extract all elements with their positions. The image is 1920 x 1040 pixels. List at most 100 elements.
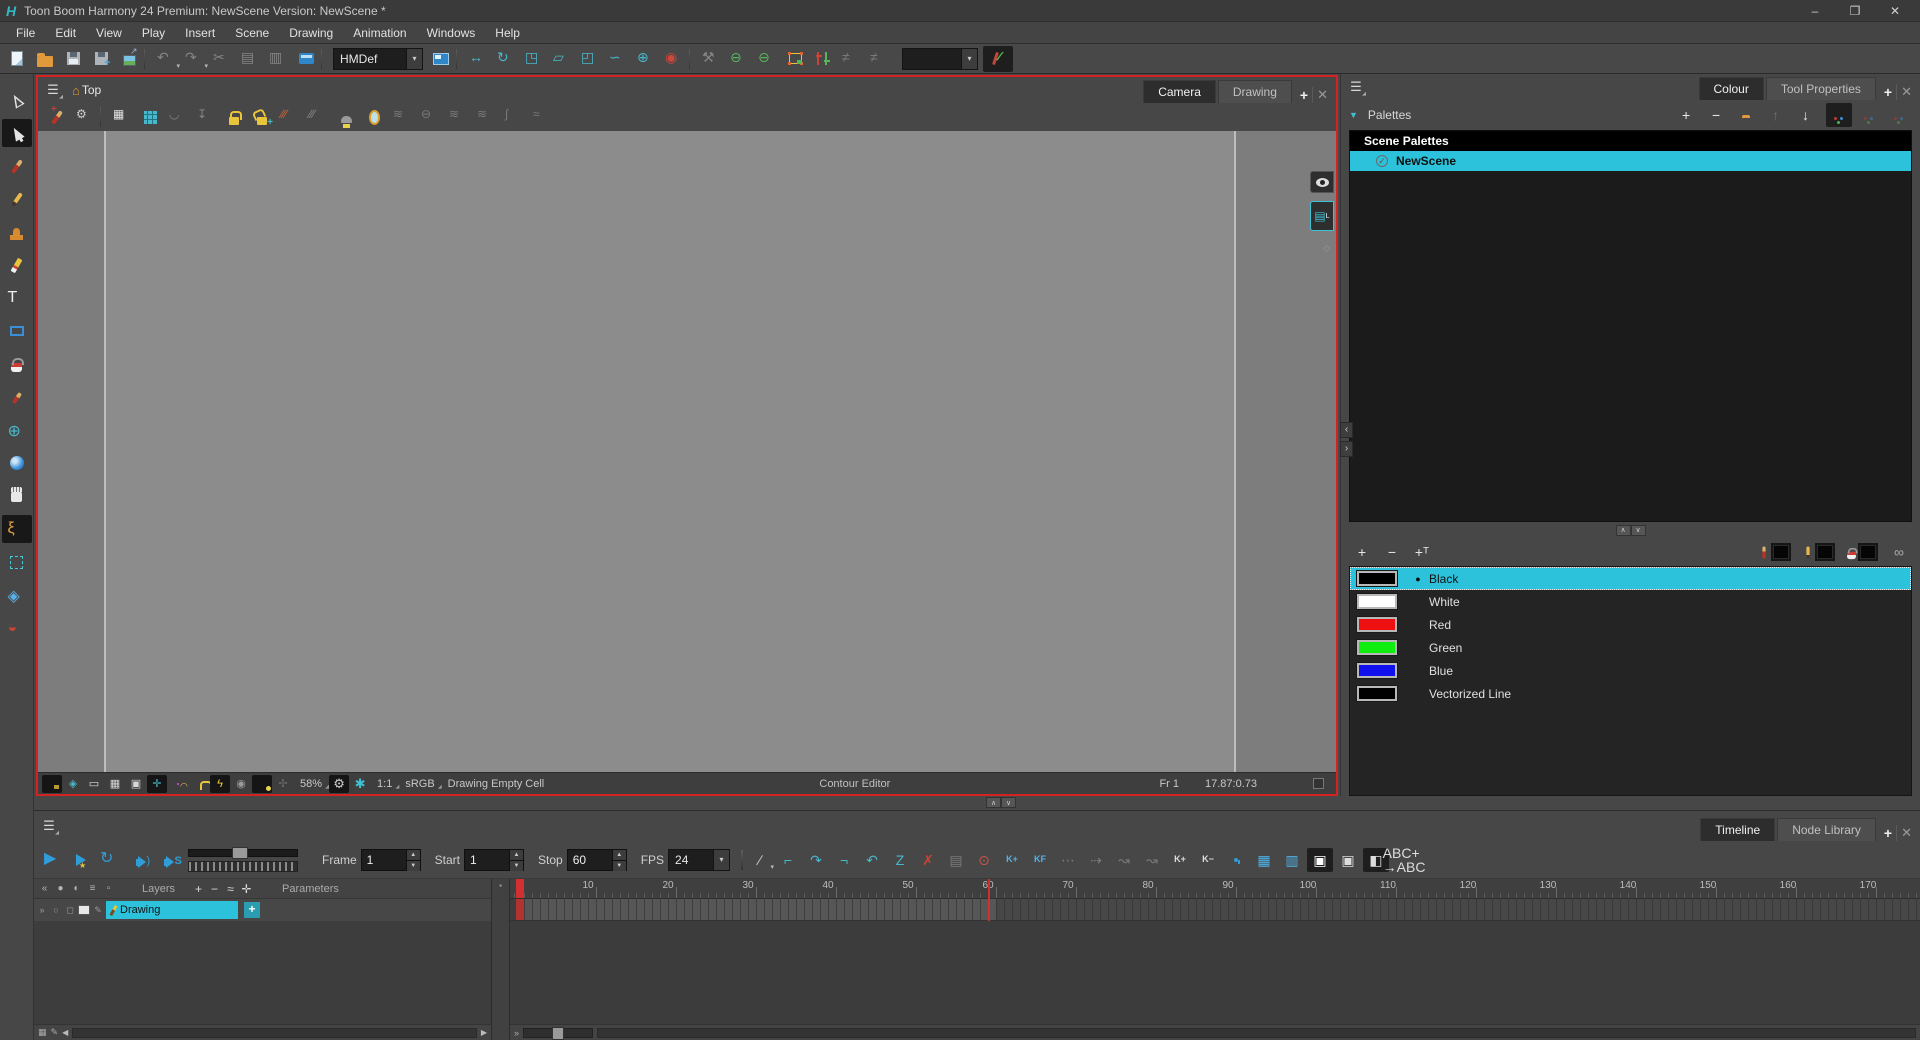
menu-item[interactable]: Help	[485, 24, 530, 42]
panel-menu-icon[interactable]: ☰	[1345, 79, 1367, 95]
colour-row[interactable]: ● Black	[1350, 567, 1911, 590]
pixel-ratio-value[interactable]: 1:1	[371, 778, 398, 790]
onion-mouse-icon[interactable]	[1223, 848, 1249, 872]
collapse-up-button[interactable]: ∧	[986, 797, 1001, 808]
undo-button[interactable]: ↶	[153, 47, 179, 71]
grid-overlay-toggle[interactable]: ▦	[105, 775, 125, 793]
list-view-icon[interactable]: ≡	[86, 883, 99, 894]
stop-value[interactable]: 60	[568, 850, 612, 870]
debug-overlay-toggle[interactable]: ✢	[273, 775, 293, 793]
view-tab[interactable]: Drawing	[1218, 80, 1292, 103]
remove-keyframe-chip[interactable]: KF	[1027, 848, 1053, 872]
layer-panel-button[interactable]: ▤L	[1310, 201, 1334, 231]
safe-area-toggle[interactable]: ▣	[126, 775, 146, 793]
show-data-view-icon[interactable]: ▦	[38, 1027, 47, 1038]
advanced-palette-mode-button[interactable]	[1886, 103, 1912, 127]
cut-button[interactable]: ✂	[209, 47, 235, 71]
marquee-select-tool[interactable]	[2, 548, 32, 576]
flip-check-button[interactable]	[983, 46, 1013, 72]
frames-hscrollbar[interactable]	[597, 1028, 1916, 1038]
skew-tool-button[interactable]: ▱	[549, 47, 575, 71]
empty-dropdown[interactable]: ▾	[902, 48, 978, 70]
show-grid-button[interactable]: ▦	[109, 105, 135, 129]
maximize-button[interactable]: ❐	[1846, 4, 1864, 18]
add-drawing-layer-button[interactable]: +	[244, 902, 260, 918]
colour-row[interactable]: ● Blue	[1350, 659, 1911, 682]
lock-view-toggle[interactable]	[189, 775, 209, 793]
layer-eye-icon[interactable]: ○	[50, 905, 62, 915]
spin-up-icon[interactable]: ▲	[613, 850, 626, 860]
spin-down-icon[interactable]: ▼	[407, 860, 420, 871]
add-view-button[interactable]: +	[1876, 84, 1896, 100]
linear-ease-icon[interactable]: Z	[887, 848, 913, 872]
scroll-left-icon[interactable]: ◀	[62, 1028, 68, 1037]
collapse-right-button[interactable]: ›	[1340, 441, 1353, 457]
add-peg-button[interactable]: ✛	[240, 882, 253, 896]
layer-stack-plus-button[interactable]: ≋	[389, 105, 415, 129]
fast-render-toggle[interactable]: ϟ	[210, 775, 230, 793]
brush-tool[interactable]	[2, 152, 32, 180]
play-button[interactable]: ▶	[40, 848, 66, 872]
dots-icon[interactable]: ⋯	[1055, 848, 1081, 872]
ease-out-curve-icon[interactable]: ↶	[859, 848, 885, 872]
panel-tab[interactable]: Timeline	[1700, 818, 1775, 841]
volume-handle[interactable]	[232, 847, 248, 859]
view-settings-button[interactable]: ⚙	[72, 105, 98, 129]
eraser-tool[interactable]	[2, 251, 32, 279]
play-selection-button[interactable]	[68, 848, 94, 872]
close-view-button[interactable]: ✕	[1312, 87, 1332, 103]
light-table-button[interactable]	[333, 105, 359, 129]
select-area-button[interactable]	[782, 47, 808, 71]
menu-item[interactable]: Drawing	[279, 24, 343, 42]
outline-mode-toggle[interactable]: ✛	[147, 775, 167, 793]
light-bulb-toggle[interactable]	[42, 775, 62, 793]
jog-shuttle[interactable]	[188, 861, 298, 872]
link-colour-button[interactable]: ∞	[1886, 540, 1912, 564]
mirror-view-button[interactable]	[361, 105, 387, 129]
colour-row[interactable]: ● Green	[1350, 636, 1911, 659]
rotate-tool-button[interactable]: ↻	[493, 47, 519, 71]
rigging-tool[interactable]: ξ	[2, 515, 32, 543]
onion-skin-after-button[interactable]: ⊖	[754, 47, 780, 71]
stop-frame-marker[interactable]	[988, 879, 990, 921]
frame-value[interactable]: 1	[362, 850, 406, 870]
layer-colour-chip[interactable]	[78, 905, 90, 915]
save-button[interactable]	[60, 47, 86, 71]
unlock-add-button[interactable]	[249, 105, 275, 129]
zoom-slider-handle[interactable]	[552, 1027, 564, 1040]
show-all-icon[interactable]: ●	[54, 883, 67, 894]
add-colour-button[interactable]: +	[1349, 540, 1375, 564]
menu-item[interactable]: Play	[132, 24, 175, 42]
timeline-zoom-slider[interactable]	[523, 1028, 593, 1038]
copy-cell-icon[interactable]: ▤	[943, 848, 969, 872]
camera-mask-toggle[interactable]: ▭	[84, 775, 104, 793]
lasso-mode-toggle[interactable]	[168, 775, 188, 793]
paint-colour-icon[interactable]	[1843, 544, 1882, 560]
spin-up-icon[interactable]: ▲	[407, 850, 420, 860]
add-texture-button[interactable]: +ᵀ	[1409, 540, 1435, 564]
kminus-chip[interactable]: K−	[1195, 848, 1221, 872]
colour-row[interactable]: ● White	[1350, 590, 1911, 613]
thumb-view-icon[interactable]: ▫	[102, 883, 115, 894]
diamond-handle-icon[interactable]: ◇	[1323, 243, 1330, 254]
brush-colour-icon[interactable]	[1755, 544, 1795, 561]
motion-point-icon[interactable]: ⊙	[971, 848, 997, 872]
palette-up-button[interactable]: ↑	[1766, 103, 1792, 127]
remove-colour-button[interactable]: −	[1379, 540, 1405, 564]
tool-preset-dropdown[interactable]: HMDef ▾	[333, 48, 423, 70]
layer-stack-add-button[interactable]: ≋	[473, 105, 499, 129]
contour-editor-tool[interactable]	[2, 119, 32, 147]
frames-corner-icon[interactable]: »	[514, 1028, 519, 1038]
add-view-button[interactable]: +	[1876, 825, 1896, 841]
timeline-vertical-splitter[interactable]: ▪	[492, 879, 510, 1040]
panel-menu-icon[interactable]: ☰	[38, 818, 60, 834]
export-images-button[interactable]	[116, 47, 142, 71]
delete-layer-button[interactable]: −	[208, 882, 221, 896]
select-tool[interactable]	[2, 86, 32, 114]
stroke-order-button[interactable]: ∫	[501, 105, 527, 129]
tool-presets-button[interactable]: ⚒	[698, 47, 724, 71]
onion-skin-before-button[interactable]: ⊖	[726, 47, 752, 71]
menu-item[interactable]: File	[6, 24, 45, 42]
spin-up-icon[interactable]: ▲	[510, 850, 523, 860]
pencil-tool[interactable]	[2, 185, 32, 213]
